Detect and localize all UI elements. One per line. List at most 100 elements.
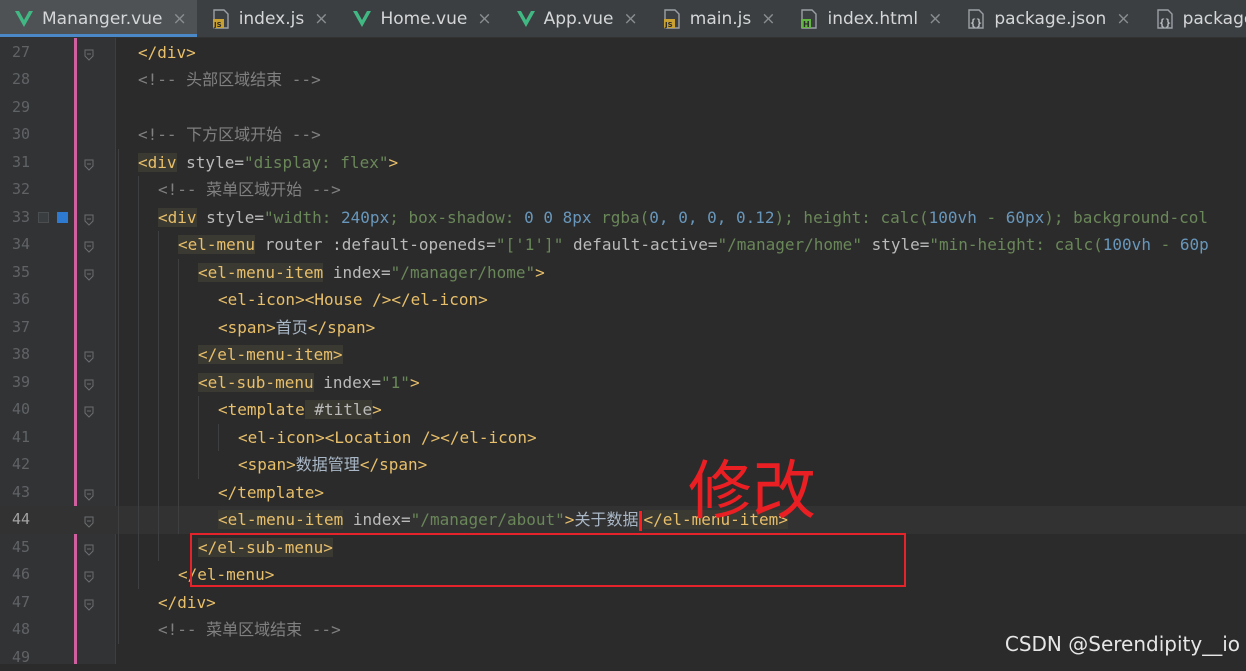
line-number: 40 bbox=[0, 396, 30, 424]
fold-marker-icon[interactable] bbox=[84, 211, 94, 223]
line-number: 43 bbox=[0, 479, 30, 507]
editor-line[interactable]: 31<div style="display: flex"> bbox=[0, 149, 1246, 177]
editor-line[interactable]: 32<!-- 菜单区域开始 --> bbox=[0, 176, 1246, 204]
indent-guide bbox=[158, 231, 159, 561]
code-text: <el-menu-item index="/manager/home"> bbox=[198, 259, 545, 287]
line-number: 39 bbox=[0, 369, 30, 397]
line-number: 35 bbox=[0, 259, 30, 287]
indent-guide bbox=[138, 176, 139, 589]
code-line-43: </template> bbox=[218, 483, 324, 502]
code-text: <!-- 菜单区域结束 --> bbox=[158, 616, 341, 644]
code-text: <span>首页</span> bbox=[218, 314, 375, 342]
fold-marker-icon[interactable] bbox=[84, 46, 94, 58]
fold-marker-icon[interactable] bbox=[84, 376, 94, 388]
tab-mananger-vue[interactable]: Mananger.vue × bbox=[0, 0, 197, 37]
line-number: 38 bbox=[0, 341, 30, 369]
editor-line[interactable]: 35 <el-menu-item index="/manager/home"> bbox=[0, 259, 1246, 287]
editor-line[interactable]: 27 </div> bbox=[0, 39, 1246, 67]
tab-main-js[interactable]: JSmain.js× bbox=[648, 0, 786, 37]
close-icon[interactable]: × bbox=[761, 9, 775, 29]
breakpoint-marker bbox=[57, 212, 68, 223]
editor-line[interactable]: 34<el-menu router :default-openeds="['1'… bbox=[0, 231, 1246, 259]
tab-home-vue[interactable]: Home.vue × bbox=[338, 0, 501, 37]
code-line-48: <!-- 菜单区域结束 --> bbox=[158, 620, 341, 639]
fold-marker-icon[interactable] bbox=[84, 541, 94, 553]
js-file-icon: JS bbox=[211, 9, 231, 29]
fold-marker-icon[interactable] bbox=[84, 348, 94, 360]
code-line-33: <div style="width: 240px; box-shadow: 0 … bbox=[158, 208, 1208, 227]
code-text: <el-icon><Location /></el-icon> bbox=[238, 424, 537, 452]
code-text: <!-- 菜单区域开始 --> bbox=[158, 176, 341, 204]
fold-marker-icon[interactable] bbox=[84, 266, 94, 278]
svg-text:{}: {} bbox=[970, 18, 982, 29]
code-text: <div style="width: 240px; box-shadow: 0 … bbox=[158, 204, 1208, 232]
editor-line[interactable]: 30<!-- 下方区域开始 --> bbox=[0, 121, 1246, 149]
editor-line[interactable]: 43 </template> bbox=[0, 479, 1246, 507]
editor-line[interactable]: 40<template #title> bbox=[0, 396, 1246, 424]
vue-icon bbox=[14, 9, 34, 29]
tab-package-lock-json[interactable]: {}package-lock.json× bbox=[1141, 0, 1246, 37]
line-number: 36 bbox=[0, 286, 30, 314]
js-file-icon: JS bbox=[662, 9, 682, 29]
close-icon[interactable]: × bbox=[314, 9, 328, 29]
code-line-41: <el-icon><Location /></el-icon> bbox=[238, 428, 537, 447]
close-icon[interactable]: × bbox=[928, 9, 942, 29]
close-icon[interactable]: × bbox=[477, 9, 491, 29]
editor-line[interactable]: 39 <el-sub-menu index="1"> bbox=[0, 369, 1246, 397]
tab-index-js[interactable]: JS index.js × bbox=[197, 0, 339, 37]
tab-label: index.js bbox=[239, 9, 305, 29]
code-text: <el-sub-menu index="1"> bbox=[198, 369, 420, 397]
line-number: 29 bbox=[0, 94, 30, 122]
fold-marker-icon[interactable] bbox=[84, 596, 94, 608]
fold-marker-icon[interactable] bbox=[84, 238, 94, 250]
svg-text:H: H bbox=[803, 20, 810, 29]
tab-index-html[interactable]: Hindex.html× bbox=[785, 0, 952, 37]
line-number: 27 bbox=[0, 39, 30, 67]
line-number: 49 bbox=[0, 644, 30, 671]
code-line-27: </div> bbox=[138, 43, 196, 62]
annotation-label: 修改 bbox=[688, 452, 816, 532]
color-preview-swatch bbox=[38, 212, 49, 223]
editor-line[interactable]: 47</div> bbox=[0, 589, 1246, 617]
code-line-37: <span>首页</span> bbox=[218, 318, 375, 337]
code-line-38: </el-menu-item> bbox=[198, 345, 343, 364]
tab-label: Home.vue bbox=[380, 9, 467, 29]
code-editor[interactable]: 27 </div> 28<!-- 头部区域结束 -->2930<!-- 下方区域开始… bbox=[0, 38, 1246, 664]
svg-text:{}: {} bbox=[1159, 18, 1171, 29]
editor-line[interactable]: 42<span>数据管理</span> bbox=[0, 451, 1246, 479]
line-number: 30 bbox=[0, 121, 30, 149]
watermark: CSDN @Serendipity__io bbox=[1005, 632, 1240, 656]
fold-marker-icon[interactable] bbox=[84, 568, 94, 580]
editor-line[interactable]: 44<el-menu-item index="/manager/about">关… bbox=[0, 506, 1246, 534]
close-icon[interactable]: × bbox=[1116, 9, 1130, 29]
editor-line[interactable]: 38 </el-menu-item> bbox=[0, 341, 1246, 369]
line-number: 37 bbox=[0, 314, 30, 342]
tab-label: Mananger.vue bbox=[42, 9, 162, 29]
code-line-36: <el-icon><House /></el-icon> bbox=[218, 290, 488, 309]
tab-package-json[interactable]: {}package.json× bbox=[952, 0, 1140, 37]
fold-marker-icon[interactable] bbox=[84, 403, 94, 415]
editor-line[interactable]: 37 <span>首页</span> bbox=[0, 314, 1246, 342]
close-icon[interactable]: × bbox=[624, 9, 638, 29]
fold-marker-icon[interactable] bbox=[84, 513, 94, 525]
editor-line[interactable]: 28<!-- 头部区域结束 --> bbox=[0, 66, 1246, 94]
line-number: 41 bbox=[0, 424, 30, 452]
fold-marker-icon[interactable] bbox=[84, 486, 94, 498]
code-text: <span>数据管理</span> bbox=[238, 451, 427, 479]
editor-line[interactable]: 29 bbox=[0, 94, 1246, 122]
editor-line[interactable]: 36 <el-icon><House /></el-icon> bbox=[0, 286, 1246, 314]
code-text: </template> bbox=[218, 479, 324, 507]
vue-icon bbox=[352, 9, 372, 29]
tab-label: package-lock.json bbox=[1183, 9, 1246, 29]
line-number: 33 bbox=[0, 204, 30, 232]
code-text: </div> bbox=[158, 589, 216, 617]
close-icon[interactable]: × bbox=[172, 9, 186, 29]
line-number: 46 bbox=[0, 561, 30, 589]
tab-app-vue[interactable]: App.vue× bbox=[502, 0, 648, 37]
fold-marker-icon[interactable] bbox=[84, 156, 94, 168]
indent-guide bbox=[218, 424, 219, 452]
editor-line[interactable]: 33 <div style="width: 240px; box-shadow: … bbox=[0, 204, 1246, 232]
code-line-35: <el-menu-item index="/manager/home"> bbox=[198, 263, 545, 282]
editor-line[interactable]: 41 <el-icon><Location /></el-icon> bbox=[0, 424, 1246, 452]
code-text: <el-menu router :default-openeds="['1']"… bbox=[178, 231, 1209, 259]
